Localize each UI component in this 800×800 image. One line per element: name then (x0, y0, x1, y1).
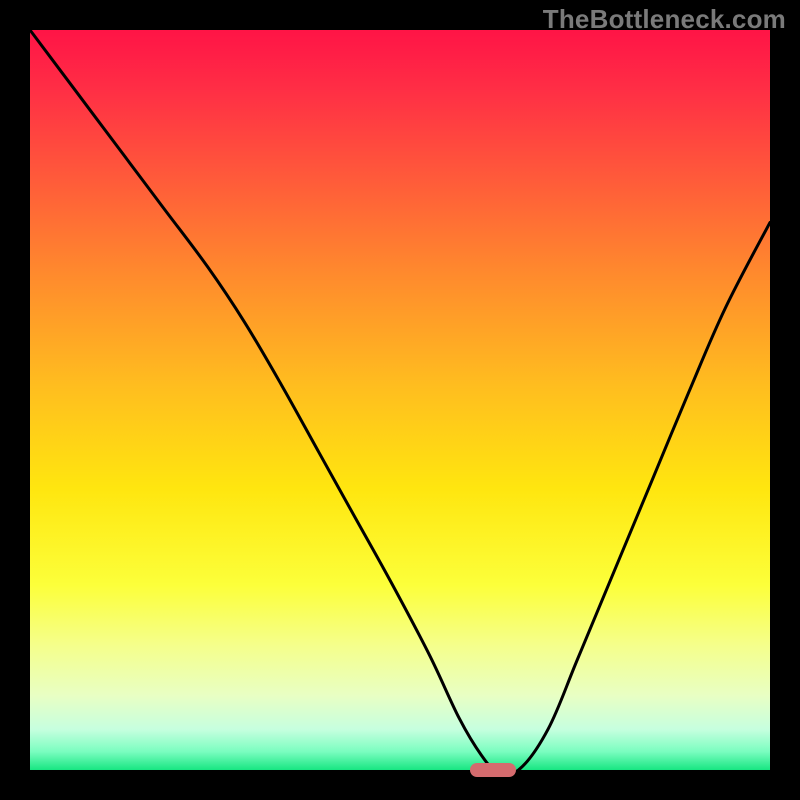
chart-frame: TheBottleneck.com (0, 0, 800, 800)
optimum-marker (470, 763, 516, 777)
watermark-text: TheBottleneck.com (543, 4, 786, 35)
plot-background (30, 30, 770, 770)
bottleneck-chart (0, 0, 800, 800)
